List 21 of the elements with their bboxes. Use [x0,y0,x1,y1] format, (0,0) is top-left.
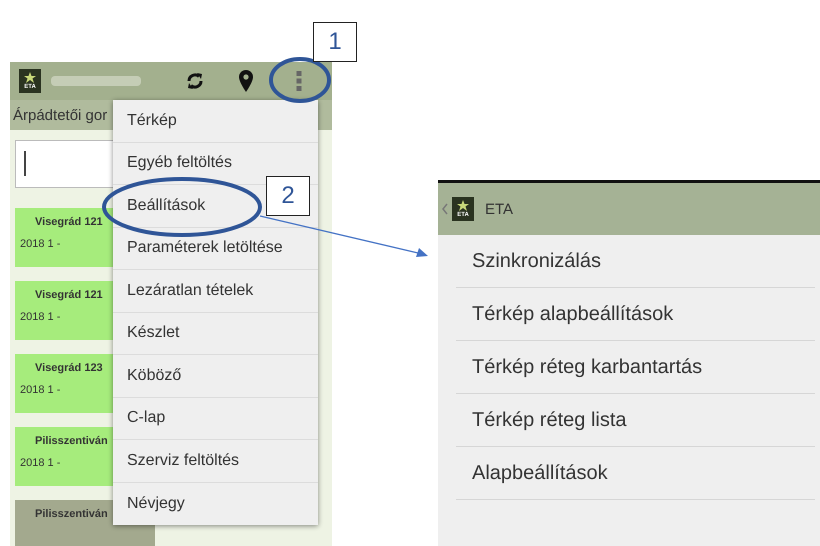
menu-item[interactable]: Köböző [113,355,318,398]
step-number: 2 [266,176,310,216]
highlight-ellipse [269,57,331,103]
location-title: Árpádtetői gor [13,106,108,124]
back-chevron-icon[interactable] [442,203,448,215]
menu-item[interactable]: Térkép [113,100,318,142]
settings-item[interactable]: Szinkronizálás [456,235,815,288]
menu-item[interactable]: Szerviz feltöltés [113,440,318,482]
settings-item[interactable]: Alapbeállítások [456,447,815,500]
menu-item[interactable]: Lezáratlan tételek [113,270,318,312]
sync-icon[interactable] [185,70,205,92]
menu-item[interactable]: Készlet [113,312,318,355]
menu-item[interactable]: Paraméterek letöltése [113,228,318,270]
overflow-menu-icon[interactable] [296,70,302,92]
menu-item[interactable]: C-lap [113,398,318,440]
settings-item[interactable]: Térkép alapbeállítások [456,288,815,341]
settings-item[interactable]: Térkép réteg karbantartás [456,341,815,394]
screen-title: ETA [485,200,514,218]
step-number: 1 [313,22,357,62]
location-pin-icon[interactable] [238,70,254,92]
settings-item[interactable]: Térkép réteg lista [456,394,815,447]
